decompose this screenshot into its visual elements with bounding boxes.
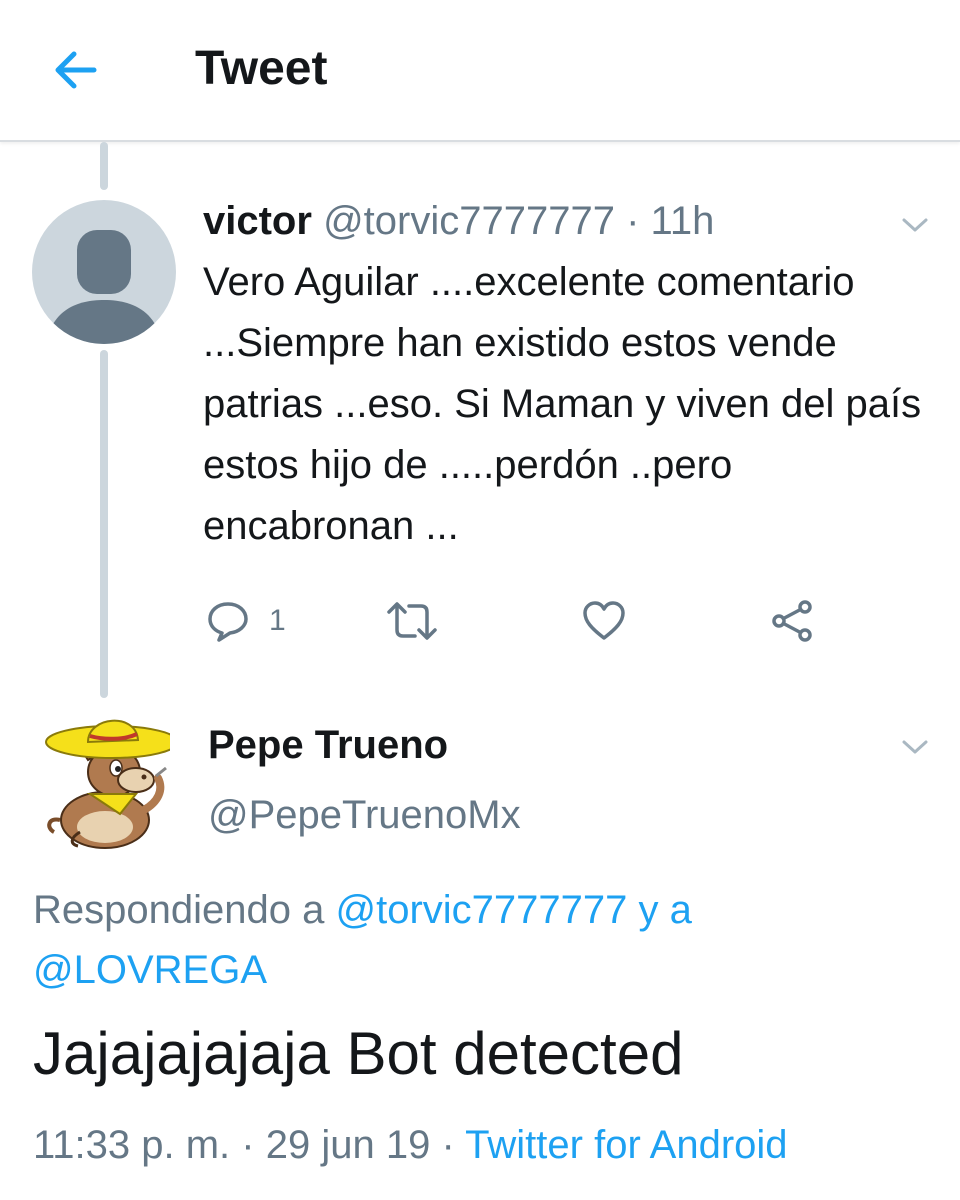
heart-icon [583,601,625,640]
top-bar: Tweet [0,0,960,142]
avatar[interactable] [40,702,179,850]
mention-link[interactable]: @torvic7777777 [335,888,627,932]
thread-connector-line [100,350,108,698]
mention-link[interactable]: @LOVREGA [33,948,267,992]
thread-connector-line [100,142,108,190]
chevron-down-icon [902,740,928,754]
mention-joiner[interactable]: y a [639,888,692,932]
retweet-button[interactable] [385,598,439,644]
separator-dot: · [241,1123,255,1167]
tweet-header: victor @torvic7777777 · 11h [203,196,714,246]
separator-dot: · [626,199,640,243]
user-handle[interactable]: @torvic7777777 [323,199,615,243]
tweet-meta: 11:33 p. m. · 29 jun 19 · Twitter for An… [33,1118,788,1172]
user-handle[interactable]: @PepeTruenoMx [208,790,521,840]
share-icon [772,600,812,642]
page-title: Tweet [195,42,328,95]
tweet-timestamp: 11:33 p. m. [33,1123,231,1167]
avatar[interactable] [32,200,176,344]
reply-icon [208,602,248,642]
chevron-down-icon [902,218,928,232]
replying-prefix: Respondiendo a [33,888,325,932]
back-button[interactable] [50,45,100,95]
replying-to-line: Respondiendo a @torvic7777777 y a @LOVRE… [33,880,913,1000]
tweet-source-link[interactable]: Twitter for Android [465,1123,787,1167]
tweet-options-button[interactable] [900,737,930,757]
separator-dot: · [441,1123,455,1167]
tweet-time[interactable]: 11h [651,199,715,243]
tweet-text: Vero Aguilar ....excelente comentario ..… [203,260,922,548]
tweet-text: Jajajajajaja Bot detected [33,1020,684,1087]
reply-count: 1 [269,604,286,637]
like-button[interactable] [581,598,627,644]
share-button[interactable] [769,598,815,644]
user-name[interactable]: victor [203,199,312,243]
default-profile-icon [46,230,162,344]
tweet-options-button[interactable] [900,215,930,235]
reply-button[interactable]: 1 [205,598,286,644]
arrow-left-icon [55,51,97,89]
tweet-date: 29 jun 19 [265,1123,431,1167]
user-name[interactable]: Pepe Trueno [208,720,448,770]
tweet-actions: 1 [205,598,825,648]
donkey-sombrero-avatar-icon [45,719,179,849]
retweet-icon [387,602,437,640]
